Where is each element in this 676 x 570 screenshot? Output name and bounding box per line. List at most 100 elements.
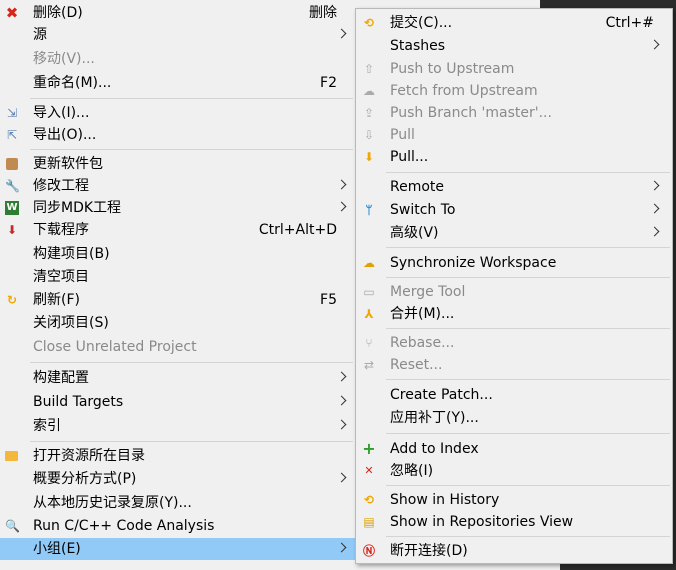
submenu-item-pull-dialog[interactable]: ⬇ Pull... xyxy=(356,146,672,168)
submenu-item-apply-patch[interactable]: 应用补丁(Y)... xyxy=(356,407,672,429)
submenu-item-add-to-index[interactable]: + Add to Index xyxy=(356,438,672,460)
submenu-item-disconnect[interactable]: Ⓝ 断开连接(D) xyxy=(356,540,672,562)
menu-item-profile-as[interactable]: 概要分析方式(P) xyxy=(0,468,355,490)
menu-item-sync-mdk[interactable]: W 同步MDK工程 xyxy=(0,197,355,219)
package-icon xyxy=(6,158,18,170)
pull-icon: ⬇ xyxy=(363,150,375,164)
menu-separator xyxy=(386,379,670,380)
submenu-item-ignore[interactable]: ✕ 忽略(I) xyxy=(356,460,672,482)
submenu-arrow-icon xyxy=(336,201,347,212)
submenu-item-push-upstream: ⇧ Push to Upstream xyxy=(363,61,515,77)
menu-separator xyxy=(30,441,353,442)
mdk-icon: W xyxy=(5,201,19,215)
menu-item-move: 移动(V)... xyxy=(33,51,95,67)
menu-item-refresh[interactable]: ↻ 刷新(F) F5 xyxy=(0,289,355,311)
menu-separator xyxy=(30,149,353,150)
submenu-item-stashes[interactable]: Stashes xyxy=(356,35,672,57)
menu-separator xyxy=(386,485,670,486)
submenu-item-advanced[interactable]: 高级(V) xyxy=(356,222,672,244)
branch-icon: ᛘ xyxy=(365,203,373,217)
menu-item-download[interactable]: ⬇ 下载程序 Ctrl+Alt+D xyxy=(0,219,355,241)
menu-separator xyxy=(386,328,670,329)
ignore-icon: ✕ xyxy=(364,464,374,477)
repository-icon: ▤ xyxy=(363,515,375,529)
menu-item-code-analysis[interactable]: 🔍 Run C/C++ Code Analysis xyxy=(0,515,355,537)
submenu-arrow-icon xyxy=(649,203,660,214)
rebase-icon: ⑂ xyxy=(365,336,373,350)
menu-separator xyxy=(386,536,670,537)
submenu-item-pull: ⇩ Pull xyxy=(363,127,415,143)
submenu-item-fetch-upstream: ☁ Fetch from Upstream xyxy=(363,83,538,99)
menu-item-rename[interactable]: 重命名(M)... F2 xyxy=(0,72,355,94)
fetch-icon: ☁ xyxy=(363,84,375,98)
team-submenu: ⟲ 提交(C)... Ctrl+# Stashes ⇧ Push to Upst… xyxy=(355,8,673,564)
menu-separator xyxy=(386,247,670,248)
synchronize-icon: ☁ xyxy=(363,256,375,270)
push-icon: ⇧ xyxy=(363,62,375,76)
refresh-icon: ↻ xyxy=(6,293,18,307)
submenu-item-show-repositories[interactable]: ▤ Show in Repositories View xyxy=(356,511,672,533)
menu-item-build-targets[interactable]: Build Targets xyxy=(0,391,355,413)
menu-item-delete[interactable]: ✖ 删除(D) 删除 xyxy=(0,2,355,24)
submenu-item-rebase: ⑂ Rebase... xyxy=(356,332,672,354)
menu-item-team[interactable]: 小组(E) xyxy=(0,538,355,560)
submenu-arrow-icon xyxy=(336,371,347,382)
menu-item-restore-history[interactable]: 从本地历史记录复原(Y)... xyxy=(0,492,355,514)
submenu-arrow-icon xyxy=(336,28,347,39)
menu-item-close-project[interactable]: 关闭项目(S) xyxy=(0,312,355,334)
push-branch-icon: ⇪ xyxy=(363,106,375,120)
submenu-item-reset: ⇄ Reset... xyxy=(363,357,443,373)
menu-separator xyxy=(30,98,353,99)
menu-item-import[interactable]: ⇲ 导入(I)... xyxy=(0,102,355,124)
background-window-top xyxy=(540,0,676,8)
submenu-arrow-icon xyxy=(336,419,347,430)
menu-item-update-package[interactable]: 更新软件包 xyxy=(0,153,355,175)
menu-separator xyxy=(386,277,670,278)
submenu-arrow-icon xyxy=(336,179,347,190)
submenu-item-show-history[interactable]: ⟲ Show in History xyxy=(356,489,672,511)
import-icon: ⇲ xyxy=(6,106,18,120)
submenu-arrow-icon xyxy=(649,226,660,237)
download-icon: ⬇ xyxy=(6,223,18,237)
submenu-arrow-icon xyxy=(336,542,347,553)
reset-icon: ⇄ xyxy=(363,358,375,372)
folder-icon xyxy=(5,451,18,461)
delete-x-icon: ✖ xyxy=(5,4,19,22)
add-icon: + xyxy=(362,439,376,458)
background-window-bottom xyxy=(560,563,676,570)
pull-icon: ⇩ xyxy=(363,128,375,142)
submenu-item-synchronize[interactable]: ☁ Synchronize Workspace xyxy=(356,252,672,274)
submenu-item-remote[interactable]: Remote xyxy=(356,176,672,198)
menu-item-export[interactable]: ⇱ 导出(O)... xyxy=(0,124,355,146)
commit-icon: ⟲ xyxy=(363,16,375,30)
submenu-item-push-branch: ⇪ Push Branch 'master'... xyxy=(363,105,552,121)
menu-item-open-resource-dir[interactable]: 打开资源所在目录 xyxy=(0,445,355,467)
history-icon: ⟲ xyxy=(363,493,375,507)
context-menu: ✖ 删除(D) 删除 源 移动(V)... 重命名(M)... F2 ⇲ 导入(… xyxy=(0,0,355,570)
menu-separator xyxy=(30,362,353,363)
merge-tool-icon: ▭ xyxy=(363,285,375,299)
code-analysis-icon: 🔍 xyxy=(5,519,20,533)
submenu-item-commit[interactable]: ⟲ 提交(C)... Ctrl+# xyxy=(356,12,672,34)
submenu-arrow-icon xyxy=(336,395,347,406)
menu-item-build-config[interactable]: 构建配置 xyxy=(0,367,355,389)
menu-item-index[interactable]: 索引 xyxy=(0,415,355,437)
submenu-arrow-icon xyxy=(649,180,660,191)
menu-item-source[interactable]: 源 xyxy=(0,24,355,46)
wrench-icon: 🔧 xyxy=(5,179,20,193)
export-icon: ⇱ xyxy=(6,128,18,142)
menu-separator xyxy=(386,172,670,173)
disconnect-icon: Ⓝ xyxy=(362,544,375,558)
submenu-item-merge-tool: ▭ Merge Tool xyxy=(363,284,466,300)
menu-item-close-unrelated: Close Unrelated Project xyxy=(33,339,197,355)
submenu-arrow-icon xyxy=(649,39,660,50)
submenu-item-merge[interactable]: ⅄ 合并(M)... xyxy=(356,303,672,325)
menu-item-build-project[interactable]: 构建项目(B) xyxy=(0,243,355,265)
submenu-item-switch-to[interactable]: ᛘ Switch To xyxy=(356,199,672,221)
submenu-item-create-patch[interactable]: Create Patch... xyxy=(356,384,672,406)
menu-separator xyxy=(386,433,670,434)
menu-item-clean-project[interactable]: 清空项目 xyxy=(0,266,355,288)
submenu-arrow-icon xyxy=(336,472,347,483)
merge-icon: ⅄ xyxy=(364,307,374,321)
menu-item-modify-project[interactable]: 🔧 修改工程 xyxy=(0,175,355,197)
